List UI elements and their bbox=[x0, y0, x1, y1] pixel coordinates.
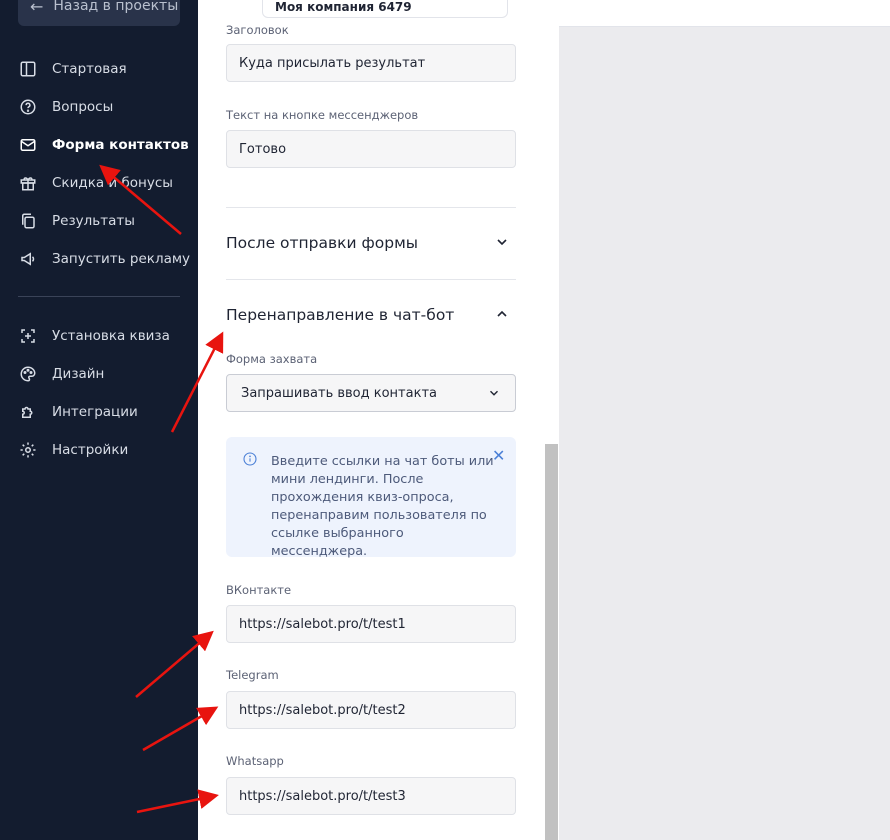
whatsapp-input[interactable]: https://salebot.pro/t/test3 bbox=[226, 777, 516, 815]
sidebar-item-label: Запустить рекламу bbox=[52, 251, 191, 267]
sidebar-item-settings[interactable]: Настройки bbox=[0, 431, 198, 469]
sidebar-item-label: Форма контактов bbox=[52, 137, 189, 153]
sidebar-item-design[interactable]: Дизайн bbox=[0, 355, 198, 393]
sidebar-item-results[interactable]: Результаты bbox=[0, 202, 198, 240]
info-box: ✕ Введите ссылки на чат боты или мини ле… bbox=[226, 437, 516, 559]
gift-icon bbox=[18, 173, 38, 193]
main-nav: Стартовая Вопросы Форма контактов Скидка… bbox=[0, 50, 198, 278]
company-name[interactable]: Моя компания 6479 bbox=[262, 0, 508, 18]
info-text: Введите ссылки на чат боты или мини ленд… bbox=[271, 454, 494, 559]
section-divider bbox=[226, 207, 516, 208]
sidebar-item-integrations[interactable]: Интеграции bbox=[0, 393, 198, 431]
sidebar-item-label: Скидка и бонусы bbox=[52, 175, 173, 191]
sidebar: ← Назад в проекты Стартовая Вопросы Форм… bbox=[0, 0, 198, 840]
question-icon bbox=[18, 97, 38, 117]
section-divider bbox=[226, 279, 516, 280]
sidebar-item-start[interactable]: Стартовая bbox=[0, 50, 198, 88]
sidebar-item-install[interactable]: Установка квиза bbox=[0, 317, 198, 355]
sidebar-item-label: Дизайн bbox=[52, 366, 105, 382]
chevron-down-icon[interactable] bbox=[494, 234, 510, 250]
section-after-submit[interactable]: После отправки формы bbox=[226, 234, 418, 252]
mail-icon bbox=[18, 135, 38, 155]
button-text-input[interactable]: Готово bbox=[226, 130, 516, 168]
arrow-left-icon: ← bbox=[30, 0, 44, 16]
chevron-down-icon bbox=[490, 390, 498, 396]
puzzle-icon bbox=[18, 402, 38, 422]
sidebar-item-label: Результаты bbox=[52, 213, 135, 229]
vk-input[interactable]: https://salebot.pro/t/test1 bbox=[226, 605, 516, 643]
secondary-nav: Установка квиза Дизайн Интеграции Настро… bbox=[0, 317, 198, 469]
whatsapp-label: Whatsapp bbox=[226, 754, 284, 768]
palette-icon bbox=[18, 364, 38, 384]
title-label: Заголовок bbox=[226, 23, 289, 37]
chevron-up-icon[interactable] bbox=[494, 306, 510, 322]
capture-form-label: Форма захвата bbox=[226, 352, 318, 366]
telegram-input[interactable]: https://salebot.pro/t/test2 bbox=[226, 691, 516, 729]
scrollbar-thumb[interactable] bbox=[545, 444, 558, 840]
button-text-label: Текст на кнопке мессенджеров bbox=[226, 108, 419, 122]
install-icon bbox=[18, 326, 38, 346]
section-redirect-chatbot[interactable]: Перенаправление в чат-бот bbox=[226, 306, 454, 324]
sidebar-item-label: Настройки bbox=[52, 442, 129, 458]
capture-form-select[interactable]: Запрашивать ввод контакта bbox=[226, 374, 516, 412]
info-icon bbox=[242, 451, 258, 467]
sidebar-item-label: Интеграции bbox=[52, 404, 138, 420]
sidebar-item-contact-form[interactable]: Форма контактов bbox=[0, 126, 198, 164]
capture-form-value: Запрашивать ввод контакта bbox=[241, 385, 437, 401]
sidebar-item-label: Вопросы bbox=[52, 99, 114, 115]
sidebar-divider bbox=[18, 296, 180, 297]
top-bar bbox=[559, 0, 890, 27]
megaphone-icon bbox=[18, 249, 38, 269]
back-label: Назад в проекты bbox=[53, 0, 179, 14]
telegram-label: Telegram bbox=[226, 668, 279, 682]
layout-icon bbox=[18, 59, 38, 79]
vk-label: ВКонтакте bbox=[226, 583, 292, 597]
copy-icon bbox=[18, 211, 38, 231]
sidebar-item-discounts[interactable]: Скидка и бонусы bbox=[0, 164, 198, 202]
sidebar-item-label: Стартовая bbox=[52, 61, 127, 77]
gear-icon bbox=[18, 440, 38, 460]
sidebar-item-questions[interactable]: Вопросы bbox=[0, 88, 198, 126]
back-to-projects-button[interactable]: ← Назад в проекты bbox=[18, 0, 180, 26]
title-input[interactable]: Куда присылать результат bbox=[226, 44, 516, 82]
sidebar-item-label: Установка квиза bbox=[52, 328, 170, 344]
sidebar-item-advertising[interactable]: Запустить рекламу bbox=[0, 240, 198, 278]
